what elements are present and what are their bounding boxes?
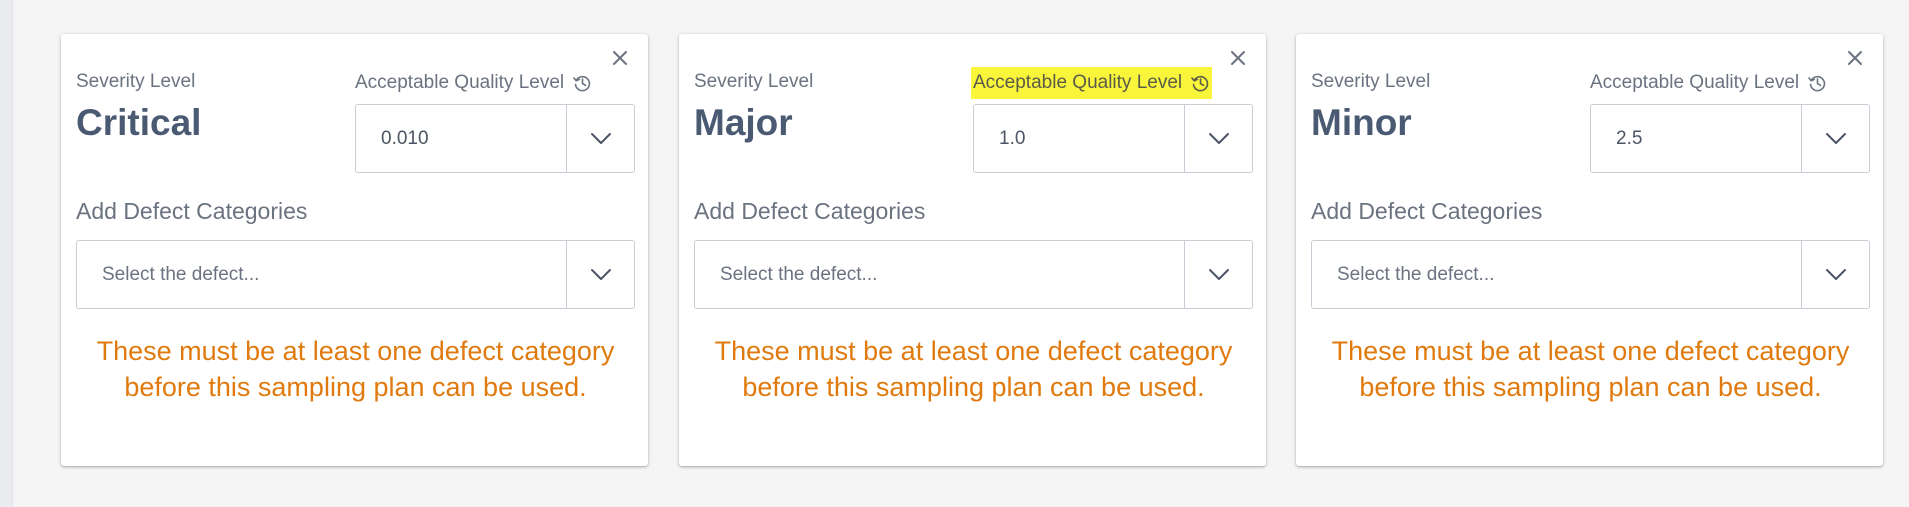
chevron-down-icon: [1825, 132, 1846, 144]
add-defect-categories-label: Add Defect Categories: [694, 198, 926, 224]
defect-select-placeholder: Select the defect...: [720, 263, 878, 285]
severity-level-label: Severity Level: [694, 71, 814, 92]
severity-level-label: Severity Level: [76, 71, 196, 92]
aql-select[interactable]: 2.5: [1590, 104, 1870, 173]
left-rail: [0, 0, 13, 507]
aql-dropdown-toggle[interactable]: [566, 105, 634, 172]
add-defect-categories-label: Add Defect Categories: [1311, 198, 1543, 224]
aql-select-value: 2.5: [1616, 127, 1643, 149]
severity-card-critical: Severity Level Critical Acceptable Quali…: [61, 34, 648, 466]
aql-label-text: Acceptable Quality Level: [355, 72, 565, 93]
chevron-down-icon: [1208, 268, 1229, 280]
defect-dropdown-toggle[interactable]: [1801, 241, 1869, 308]
defect-select[interactable]: Select the defect...: [1311, 240, 1870, 309]
aql-label: Acceptable Quality Level: [971, 67, 1213, 99]
aql-select[interactable]: 0.010: [355, 104, 635, 173]
history-icon[interactable]: [1807, 73, 1827, 93]
history-icon[interactable]: [1190, 73, 1210, 93]
close-icon: [1848, 51, 1862, 65]
aql-label-text: Acceptable Quality Level: [1590, 72, 1800, 93]
warning-message: These must be at least one defect catego…: [1331, 336, 1850, 402]
severity-level-value: Major: [694, 102, 793, 143]
aql-select-value: 0.010: [381, 127, 429, 149]
defect-dropdown-toggle[interactable]: [1184, 241, 1252, 308]
aql-dropdown-toggle[interactable]: [1801, 105, 1869, 172]
add-defect-categories-label: Add Defect Categories: [76, 198, 308, 224]
close-icon: [1231, 51, 1245, 65]
severity-level-value: Critical: [76, 102, 202, 143]
defect-select-placeholder: Select the defect...: [102, 263, 260, 285]
defect-select[interactable]: Select the defect...: [694, 240, 1253, 309]
severity-level-value: Minor: [1311, 102, 1412, 143]
warning-message: These must be at least one defect catego…: [714, 336, 1233, 402]
aql-label: Acceptable Quality Level: [353, 67, 594, 99]
severity-card-minor: Severity Level Minor Acceptable Quality …: [1296, 34, 1883, 466]
defect-select-placeholder: Select the defect...: [1337, 263, 1495, 285]
severity-card-major: Severity Level Major Acceptable Quality …: [679, 34, 1266, 466]
severity-level-label: Severity Level: [1311, 71, 1431, 92]
close-button[interactable]: [1224, 44, 1252, 72]
aql-dropdown-toggle[interactable]: [1184, 105, 1252, 172]
aql-select-value: 1.0: [999, 127, 1026, 149]
close-button[interactable]: [606, 44, 634, 72]
close-icon: [613, 51, 627, 65]
aql-label-text: Acceptable Quality Level: [973, 72, 1183, 93]
aql-label: Acceptable Quality Level: [1588, 67, 1829, 99]
close-button[interactable]: [1841, 44, 1869, 72]
defect-dropdown-toggle[interactable]: [566, 241, 634, 308]
history-icon[interactable]: [572, 73, 592, 93]
chevron-down-icon: [590, 132, 611, 144]
chevron-down-icon: [1825, 268, 1846, 280]
defect-select[interactable]: Select the defect...: [76, 240, 635, 309]
chevron-down-icon: [1208, 132, 1229, 144]
warning-message: These must be at least one defect catego…: [96, 336, 615, 402]
aql-select[interactable]: 1.0: [973, 104, 1253, 173]
chevron-down-icon: [590, 268, 611, 280]
